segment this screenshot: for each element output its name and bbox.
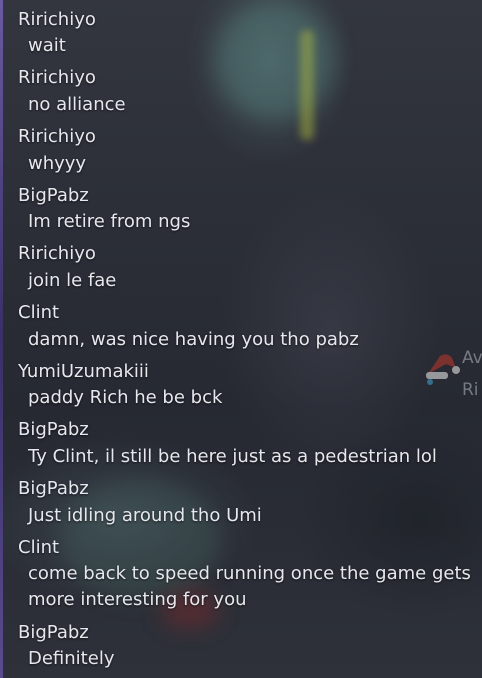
chat-username[interactable]: YumiUzumakiii xyxy=(18,361,149,383)
chat-text: Just idling around tho Umi xyxy=(28,505,262,526)
chat-username[interactable]: Ririchiyo xyxy=(18,9,96,31)
chat-text: come back to speed running once the game… xyxy=(28,563,471,610)
chat-text: wait xyxy=(28,35,66,56)
chat-text: Definitely xyxy=(28,648,115,669)
chat-username[interactable]: Clint xyxy=(18,302,59,324)
chat-text: no alliance xyxy=(28,94,126,115)
chat-username[interactable]: BigPabz xyxy=(18,419,89,441)
chat-text: whyyy xyxy=(28,153,87,174)
chat-username[interactable]: BigPabz xyxy=(18,185,89,207)
chat-text: join le fae xyxy=(28,270,117,291)
chat-panel-edge xyxy=(0,0,3,678)
chat-username[interactable]: Ririchiyo xyxy=(18,243,96,265)
chat-username[interactable]: Ririchiyo xyxy=(18,67,96,89)
santa-hat-icon xyxy=(426,354,460,385)
chat-username[interactable]: Clint xyxy=(18,537,59,559)
chat-text: Ty Clint, il still be here just as a ped… xyxy=(28,446,437,467)
chat-username[interactable]: Ririchiyo xyxy=(18,126,96,148)
chat-text: damn, was nice having you tho pabz xyxy=(28,329,359,350)
chat-username[interactable]: BigPabz xyxy=(18,622,89,644)
chat-username[interactable]: BigPabz xyxy=(18,478,89,500)
chat-text: Im retire from ngs xyxy=(28,211,191,232)
chat-text: paddy Rich he be bck xyxy=(28,387,223,408)
